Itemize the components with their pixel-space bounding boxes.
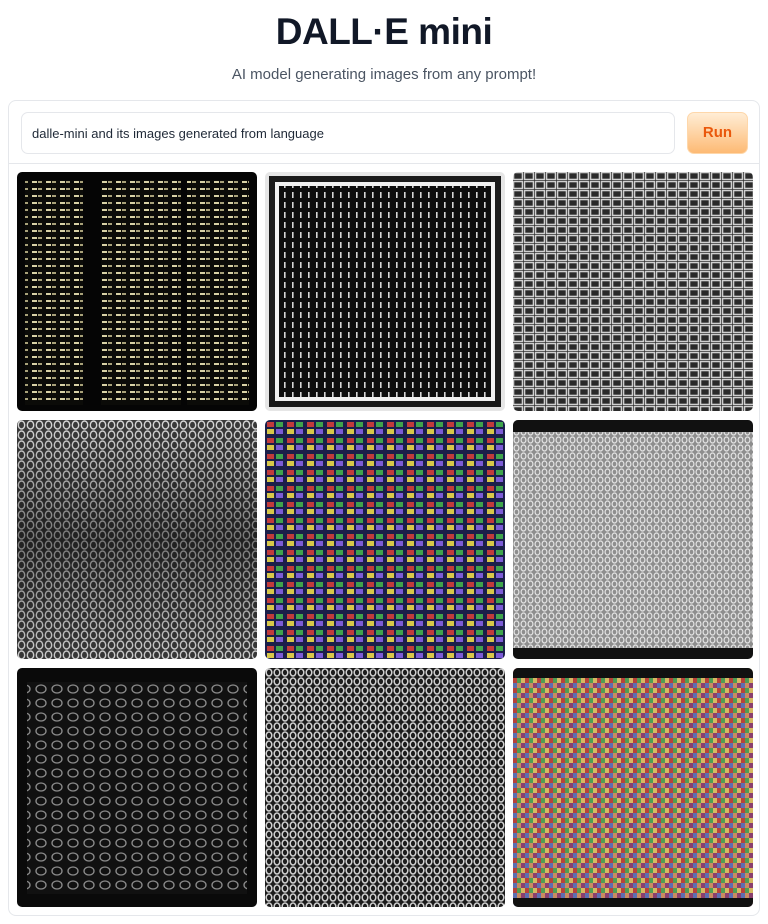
generated-image-9[interactable] — [513, 668, 753, 907]
image-gallery — [17, 172, 753, 909]
prompt-row: Run — [9, 101, 759, 164]
generated-image-2[interactable] — [265, 172, 505, 411]
run-button[interactable]: Run — [687, 112, 748, 154]
app-subtitle: AI model generating images from any prom… — [231, 66, 537, 83]
generated-image-8[interactable] — [265, 668, 505, 907]
generated-image-3[interactable] — [513, 172, 753, 411]
app-title: DALL·E mini — [275, 11, 493, 52]
prompt-input[interactable] — [21, 112, 675, 154]
generated-image-6[interactable] — [513, 420, 753, 659]
generated-image-5[interactable] — [265, 420, 505, 659]
main-panel: Run — [8, 100, 760, 916]
generated-image-7[interactable] — [17, 668, 257, 907]
generated-image-1[interactable] — [17, 172, 257, 411]
generated-image-4[interactable] — [17, 420, 257, 659]
